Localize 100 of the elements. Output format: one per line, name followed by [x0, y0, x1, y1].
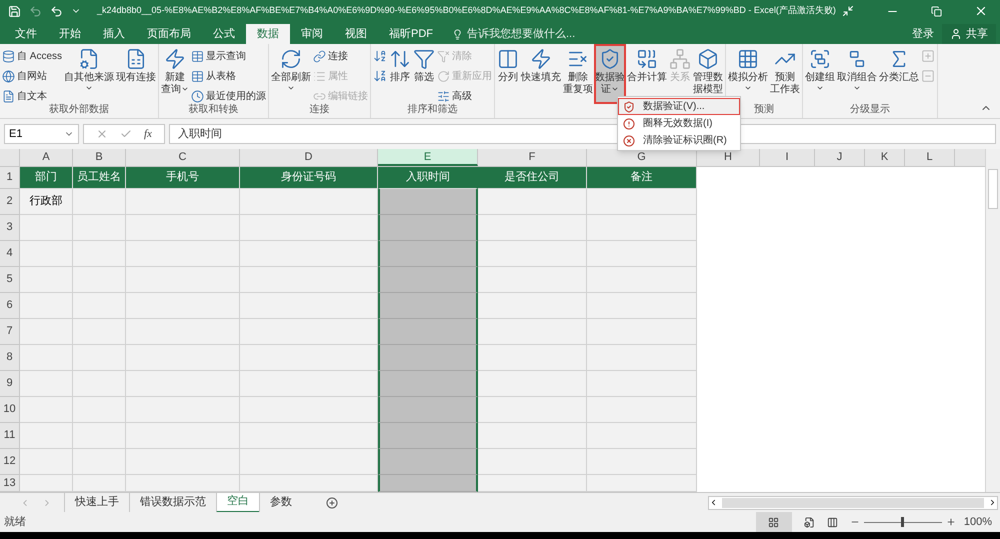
row-header[interactable]: 3 [0, 215, 20, 241]
ribbon-button[interactable]: 分列 [496, 44, 520, 104]
vertical-scrollbar[interactable] [985, 149, 1000, 492]
normal-view-button[interactable] [756, 512, 792, 532]
data-model-icon [697, 48, 720, 70]
ribbon-options-icon[interactable] [842, 5, 854, 17]
ribbon-tab[interactable]: 插入 [92, 24, 136, 44]
ribbon-tab[interactable]: 开始 [48, 24, 92, 44]
page-break-icon[interactable] [826, 516, 838, 528]
insert-function-button[interactable]: fx [144, 126, 152, 142]
row-header[interactable]: 5 [0, 267, 20, 293]
sheet-tab[interactable]: 空白 [216, 492, 259, 512]
name-box[interactable]: E1 [4, 124, 79, 144]
save-icon[interactable] [8, 4, 21, 18]
table-cell [20, 449, 73, 475]
table-cell [20, 397, 73, 423]
lightning-table-icon [164, 48, 186, 70]
ribbon-button[interactable]: 自其他来源 [63, 44, 116, 104]
menu-item[interactable]: 数据验证(V)... [618, 98, 740, 115]
ribbon-tab[interactable]: 数据 [246, 24, 290, 44]
row-header[interactable]: 8 [0, 345, 20, 371]
zoom-thumb[interactable] [901, 517, 904, 527]
advanced-filter-icon [437, 90, 450, 102]
column-header[interactable]: I [760, 149, 815, 166]
column-header[interactable]: J [815, 149, 865, 166]
grid-icon [768, 516, 780, 528]
document-icon [2, 90, 15, 102]
zoom-in-icon[interactable] [946, 517, 956, 527]
table-cell: 部门 [20, 167, 73, 189]
scroll-right-icon[interactable] [988, 498, 997, 507]
column-header[interactable]: B [73, 149, 126, 166]
group-label: 获取外部数据 [49, 104, 109, 117]
table-cell [73, 319, 126, 345]
row-header[interactable]: 12 [0, 449, 20, 475]
row-header[interactable]: 10 [0, 397, 20, 423]
status-text: 就绪 [4, 514, 26, 530]
caret-icon [85, 84, 94, 92]
row-header[interactable]: 2 [0, 189, 20, 215]
table-icon [191, 70, 204, 82]
zoom-slider[interactable] [864, 517, 942, 527]
ribbon-button[interactable]: 筛选 [412, 44, 436, 104]
close-icon[interactable] [974, 4, 988, 18]
row-header[interactable]: 11 [0, 423, 20, 449]
add-sheet-icon[interactable] [326, 496, 338, 508]
tell-me-input[interactable]: 告诉我您想要做什么... [467, 26, 607, 42]
ribbon-button[interactable]: 全部刷新 [270, 44, 312, 104]
ribbon-button[interactable]: 快速填充 [520, 44, 562, 104]
ribbon-button[interactable]: 连接 [312, 47, 370, 65]
column-header[interactable]: L [905, 149, 955, 166]
filter-icon [413, 48, 436, 70]
ribbon-tab[interactable]: 页面布局 [136, 24, 202, 44]
table-cell: 员工姓名 [73, 167, 126, 189]
row-header[interactable]: 6 [0, 293, 20, 319]
sign-in-link[interactable]: 登录 [904, 24, 942, 44]
globe-icon [2, 70, 15, 82]
ribbon-button[interactable]: 自 Access [1, 47, 64, 65]
ribbon-tab[interactable]: 公式 [202, 24, 246, 44]
ribbon-button[interactable]: 自网站 [1, 67, 64, 85]
row-header[interactable]: 4 [0, 241, 20, 267]
ribbon-button[interactable]: 创建组 [804, 44, 836, 104]
share-button[interactable]: 共享 [942, 24, 996, 44]
ribbon-button[interactable]: 最近使用的源 [190, 87, 268, 105]
ribbon-tab[interactable]: 审阅 [290, 24, 334, 44]
ribbon-button[interactable]: 预测工作表 [769, 44, 802, 104]
ribbon-tab[interactable]: 文件 [4, 24, 48, 44]
window-title: _k24db8b0__05-%E8%AE%B2%E8%AF%BE%E7%B4%A0%E6%9D%90-%E6%95%B0%E6%8D%AE%E9%AA%8C%E8%AF%81-%E7%A9%BA%E7%99%BD - Excel(产品激活失败) [97, 4, 834, 18]
zoom-level[interactable]: 100% [964, 514, 992, 530]
undo-icon[interactable] [50, 4, 63, 18]
caret-icon [287, 84, 296, 92]
ribbon-button[interactable]: 自文本 [1, 87, 64, 105]
table-cell: 入职时间 [378, 167, 478, 189]
ribbon-button[interactable]: 数据验证 [594, 44, 626, 104]
ribbon-button[interactable]: 新建查询 [160, 44, 190, 104]
ribbon-button[interactable]: 现有连接 [115, 44, 158, 104]
table-cell: 是否住公司 [478, 167, 587, 189]
column-header[interactable]: E [378, 149, 478, 166]
column-header[interactable]: C [126, 149, 240, 166]
restore-icon[interactable] [931, 6, 942, 16]
row-header[interactable]: 7 [0, 319, 20, 345]
column-header[interactable]: A [20, 149, 73, 166]
row-header[interactable]: 1 [0, 167, 20, 189]
ribbon-button[interactable]: 高级 [436, 87, 494, 105]
ribbon-button[interactable]: 删除重复项 [562, 44, 594, 104]
ribbon-button[interactable]: 取消组合 [836, 44, 878, 104]
horizontal-scrollbar[interactable] [708, 496, 998, 510]
relationships-icon [669, 48, 692, 70]
ribbon-tab[interactable]: 视图 [334, 24, 378, 44]
column-header[interactable]: K [865, 149, 905, 166]
ribbon-button[interactable]: 从表格 [190, 67, 268, 85]
column-header[interactable]: F [478, 149, 587, 166]
ribbon-button[interactable]: 显示查询 [190, 47, 268, 65]
tell-me-field[interactable]: 告诉我您想要做什么... [452, 24, 607, 44]
scroll-left-icon[interactable] [709, 498, 718, 507]
row-header[interactable]: 9 [0, 371, 20, 397]
ribbon-button[interactable]: 分类汇总 [878, 44, 920, 104]
group-label: 连接 [310, 104, 330, 117]
ribbon-button[interactable]: 排序 [388, 44, 412, 104]
row-header[interactable]: 13 [0, 475, 20, 492]
page-layout-icon[interactable] [804, 516, 815, 528]
ribbon-tab[interactable]: 福昕PDF [378, 24, 444, 44]
